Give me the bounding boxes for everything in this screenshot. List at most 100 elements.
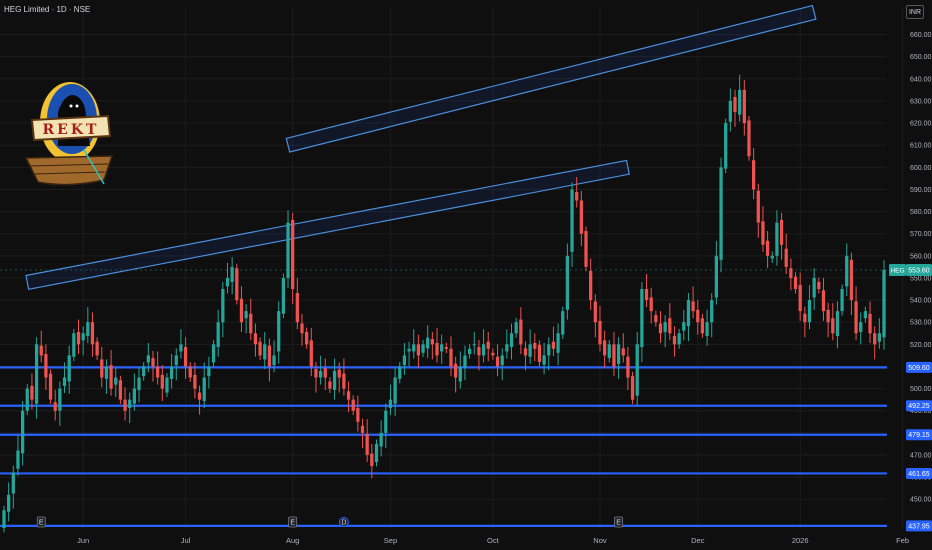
candle-body [67, 355, 71, 382]
x-tick-label: Aug [286, 536, 299, 545]
x-tick-label: Oct [487, 536, 500, 545]
candle-body [705, 322, 709, 336]
candle-body [314, 369, 318, 378]
candle-body [733, 96, 737, 112]
symbol-badge-label: HEG [890, 267, 904, 274]
candle-body [174, 355, 178, 366]
candle-body [542, 355, 546, 365]
candle-body [332, 370, 337, 390]
candle-body [454, 363, 458, 378]
y-tick-label: 660.00 [910, 32, 932, 39]
candle-body [114, 377, 118, 385]
candle-body [640, 289, 644, 347]
candle-body [882, 269, 886, 338]
candle-body [528, 344, 532, 357]
candle-body [663, 322, 667, 332]
candle-body [388, 399, 393, 409]
candle-body [398, 366, 402, 379]
candle-body [360, 425, 365, 433]
candle-body [39, 345, 43, 356]
candle-body [435, 343, 439, 356]
candle-body [430, 339, 434, 345]
candle-body [467, 348, 472, 355]
candle-body [491, 352, 495, 356]
currency-badge[interactable]: INR [906, 5, 924, 19]
candle-body [258, 341, 262, 356]
x-tick-label: Jun [77, 536, 89, 545]
last-price-label: 553.60 [908, 267, 930, 274]
candle-body [714, 255, 719, 298]
candle-body [821, 290, 826, 312]
candle-body [556, 333, 560, 353]
candle-body [495, 356, 500, 367]
candle-body [770, 255, 774, 259]
y-tick-label: 530.00 [910, 320, 932, 327]
support-level-label: 437.95 [908, 523, 930, 530]
candle-body [244, 311, 248, 319]
candle-body [207, 366, 211, 377]
candle-body [2, 510, 6, 528]
candle-body [779, 219, 784, 245]
candle-body [44, 354, 48, 378]
y-tick-label: 520.00 [910, 342, 932, 349]
candle-body [277, 311, 281, 352]
candle-body [239, 298, 244, 323]
candle-body [384, 410, 388, 433]
candle-body [402, 355, 407, 366]
candle-body [700, 318, 705, 334]
candle-body [863, 311, 868, 319]
candle-body [48, 373, 53, 400]
candle-body [784, 248, 788, 267]
candle-body [179, 344, 183, 352]
candle-body [202, 377, 206, 401]
candle-body [146, 355, 150, 363]
candle-body [132, 388, 136, 404]
candle-body [710, 300, 714, 323]
candle-body [686, 300, 691, 327]
candle-body [118, 380, 123, 400]
candle-body [621, 348, 625, 356]
candle-body [328, 381, 332, 389]
y-tick-label: 470.00 [910, 452, 932, 459]
candle-body [183, 346, 188, 367]
candle-body [444, 346, 448, 349]
candle-body [626, 356, 630, 378]
candle-body [295, 293, 299, 323]
candle-body [826, 309, 830, 323]
candle-body [798, 285, 802, 312]
candle-body [793, 276, 798, 290]
candle-body [95, 341, 99, 356]
x-tick-label: Sep [384, 536, 397, 545]
candle-body [123, 399, 127, 411]
price-chart[interactable]: 450.00460.00470.00480.00490.00500.00510.… [0, 0, 932, 550]
candle-body [547, 344, 551, 356]
candle-body [365, 434, 369, 455]
candle-body [165, 377, 169, 393]
candle-body [575, 192, 579, 201]
candle-body [738, 89, 742, 115]
candle-body [11, 472, 15, 494]
candle-body [76, 331, 81, 345]
y-tick-label: 630.00 [910, 98, 932, 105]
candle-body [100, 359, 104, 378]
event-marker-label: D [341, 520, 346, 527]
candle-body [356, 408, 360, 422]
candle-body [463, 355, 467, 368]
candle-body [225, 277, 230, 287]
candle-body [156, 366, 160, 378]
candle-body [142, 366, 146, 377]
y-tick-label: 590.00 [910, 187, 932, 194]
candle-body [458, 366, 462, 382]
candle-body [761, 221, 765, 245]
y-tick-label: 600.00 [910, 165, 932, 172]
candle-body [7, 494, 11, 512]
candle-body [509, 333, 514, 347]
candle-body [849, 259, 854, 301]
candle-body [812, 277, 816, 298]
event-marker-label: E [39, 520, 44, 527]
candle-body [481, 344, 486, 356]
candle-body [551, 341, 556, 349]
candle-body [230, 266, 234, 282]
symbol-title[interactable]: HEG Limited · 1D · NSE [4, 5, 90, 14]
x-tick-label: Feb [896, 536, 909, 545]
